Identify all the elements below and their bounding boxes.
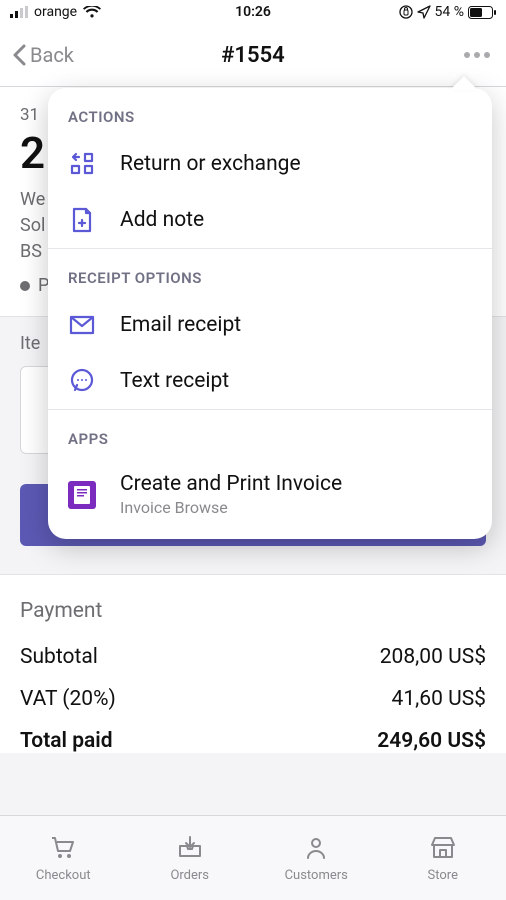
- tab-customers[interactable]: Customers: [253, 816, 380, 900]
- app-title: Create and Print Invoice: [120, 472, 342, 496]
- popover-section-receipt: RECEIPT OPTIONS: [48, 249, 492, 297]
- carrier-label: orange: [34, 4, 77, 20]
- cart-icon: [49, 834, 77, 862]
- payment-label: Total paid: [20, 729, 113, 753]
- note-icon: [68, 206, 96, 234]
- clock-label: 10:26: [172, 4, 334, 20]
- battery-icon: [468, 6, 496, 19]
- return-icon: [68, 150, 96, 178]
- tab-label: Customers: [285, 868, 348, 883]
- tab-label: Checkout: [36, 868, 91, 883]
- back-button[interactable]: Back: [12, 43, 74, 67]
- email-icon: [68, 311, 96, 339]
- popover-item-email-receipt[interactable]: Email receipt: [48, 297, 492, 353]
- store-icon: [429, 834, 457, 862]
- location-icon: [417, 5, 431, 19]
- payment-row: Total paid 249,60 US$: [20, 729, 486, 753]
- tab-store[interactable]: Store: [380, 816, 506, 900]
- tab-checkout[interactable]: Checkout: [0, 816, 127, 900]
- tab-label: Orders: [170, 868, 209, 883]
- app-subtitle: Invoice Browse: [120, 498, 342, 517]
- app-icon: [68, 481, 96, 509]
- popover-arrow-icon: [450, 76, 478, 90]
- popover-item-return[interactable]: Return or exchange: [48, 136, 492, 192]
- payment-title: Payment: [20, 599, 486, 623]
- signal-icon: [10, 6, 28, 18]
- status-bar: orange 10:26 54 %: [0, 0, 506, 24]
- battery-pct: 54 %: [435, 4, 464, 20]
- payment-section: Payment Subtotal 208,00 US$ VAT (20%) 41…: [0, 574, 506, 753]
- payment-value: 41,60 US$: [392, 687, 486, 711]
- payment-label: Subtotal: [20, 645, 98, 669]
- page-title: #1554: [0, 43, 506, 68]
- popover-section-apps: APPS: [48, 410, 492, 458]
- popover-item-label: Add note: [120, 208, 204, 232]
- popover-item-label: Return or exchange: [120, 152, 301, 176]
- popover-item-text-receipt[interactable]: Text receipt: [48, 353, 492, 409]
- popover-item-app-invoice[interactable]: Create and Print Invoice Invoice Browse: [48, 458, 492, 539]
- tab-orders[interactable]: Orders: [127, 816, 254, 900]
- payment-row: VAT (20%) 41,60 US$: [20, 687, 486, 711]
- more-button[interactable]: [460, 42, 494, 68]
- tab-label: Store: [428, 868, 458, 883]
- rotation-lock-icon: [399, 5, 413, 19]
- payment-value: 208,00 US$: [380, 645, 486, 669]
- wifi-icon: [83, 6, 101, 18]
- popover-section-actions: ACTIONS: [48, 88, 492, 136]
- nav-bar: Back #1554: [0, 24, 506, 87]
- payment-row: Subtotal 208,00 US$: [20, 645, 486, 669]
- chevron-left-icon: [12, 43, 28, 67]
- chat-icon: [68, 367, 96, 395]
- popover-item-add-note[interactable]: Add note: [48, 192, 492, 248]
- back-label: Back: [30, 43, 74, 67]
- tab-bar: Checkout Orders Customers Store: [0, 815, 506, 900]
- person-icon: [302, 834, 330, 862]
- payment-value: 249,60 US$: [377, 729, 486, 753]
- popover-item-label: Text receipt: [120, 369, 229, 393]
- inbox-icon: [176, 834, 204, 862]
- status-dot-icon: [20, 281, 30, 291]
- payment-label: VAT (20%): [20, 687, 116, 711]
- popover-item-label: Email receipt: [120, 313, 241, 337]
- actions-popover: ACTIONS Return or exchange Add note RECE…: [48, 88, 492, 539]
